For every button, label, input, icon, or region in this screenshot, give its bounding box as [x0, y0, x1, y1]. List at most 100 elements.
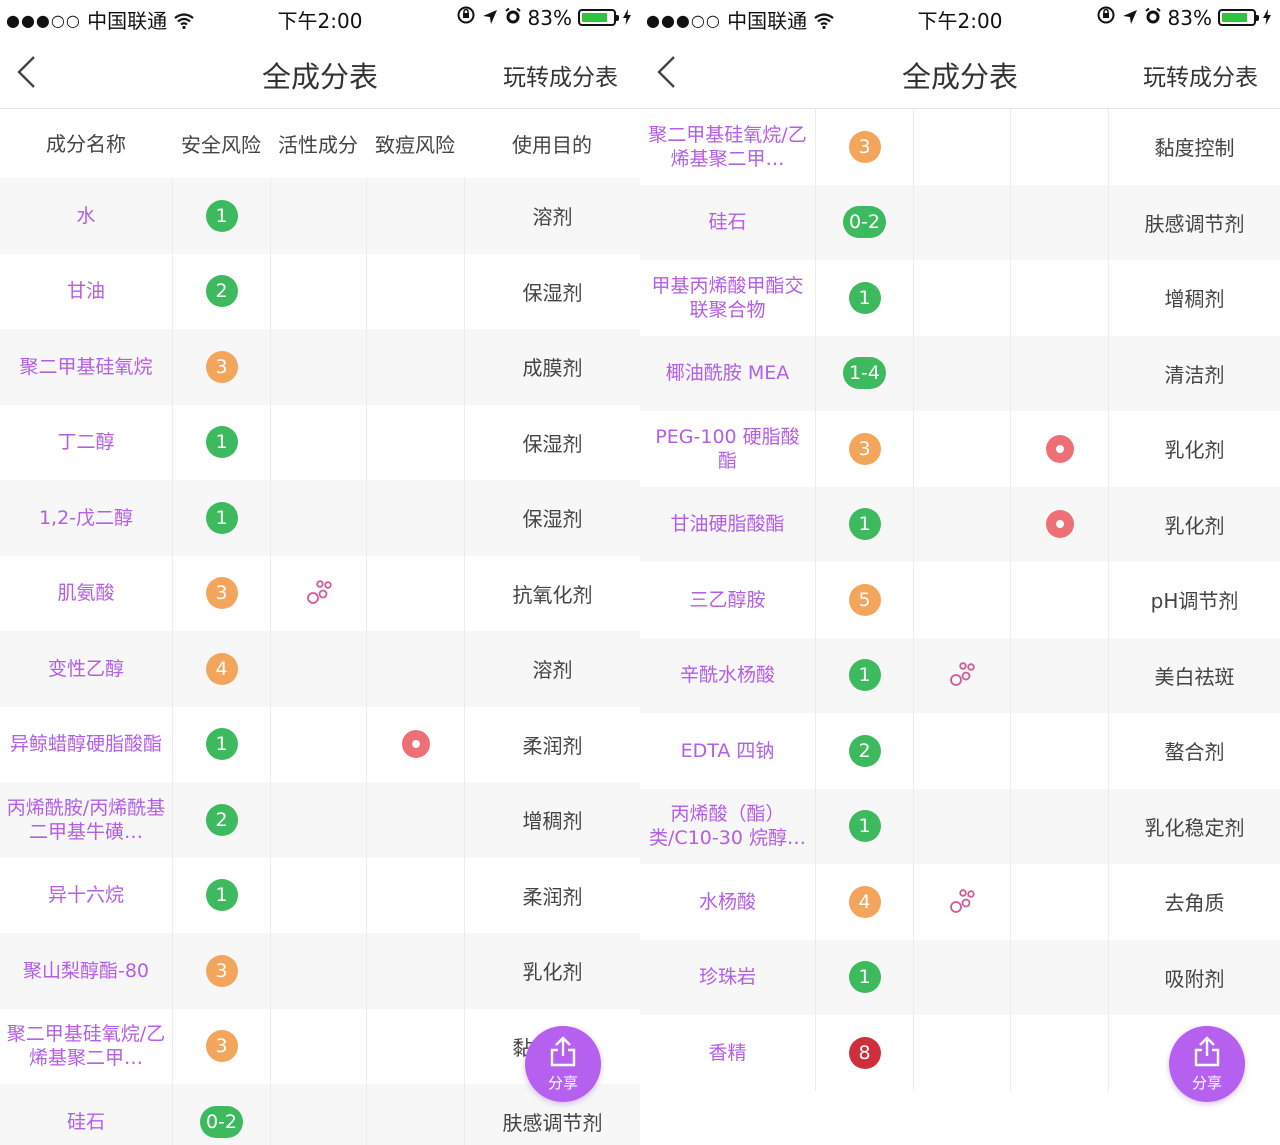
ingredient-name[interactable]: 甲基丙烯酸甲酯交联聚合物	[640, 260, 815, 336]
ingredient-name[interactable]: 硅石	[0, 1084, 172, 1145]
safety-risk-cell: 1	[815, 260, 913, 336]
table-row[interactable]: 异十六烷 1 柔润剂	[0, 857, 640, 934]
purpose: 增稠剂	[464, 782, 640, 858]
active-cell	[913, 335, 1010, 411]
acne-risk-cell	[366, 555, 464, 631]
nav-bar: 全成分表 玩转成分表	[0, 36, 640, 109]
safety-risk-badge: 1	[848, 810, 881, 843]
acne-risk-dot	[401, 730, 430, 759]
purpose: 抗氧化剂	[464, 555, 640, 631]
ingredient-name[interactable]: 丙烯酸（酯）类/C10-30 烷醇…	[640, 789, 815, 865]
ingredient-name[interactable]: 香精	[640, 1015, 815, 1091]
active-cell	[270, 782, 366, 858]
ingredient-name[interactable]: 异鲸蜡醇硬脂酸酯	[0, 707, 172, 783]
table-row[interactable]: 异鲸蜡醇硬脂酸酯 1 柔润剂	[0, 706, 640, 783]
header-purpose: 使用目的	[512, 133, 592, 157]
safety-risk-badge: 1	[848, 508, 881, 541]
status-bar: ●●●○○ 中国联通 下午2:00 83%	[0, 0, 640, 36]
ingredient-name[interactable]: PEG-100 硬脂酸酯	[640, 411, 815, 487]
table-row[interactable]: 甘油硬脂酸酯 1 乳化剂	[640, 486, 1280, 563]
ingredient-name[interactable]: 椰油酰胺 MEA	[640, 336, 815, 412]
table-row[interactable]: 甲基丙烯酸甲酯交联聚合物 1 增稠剂	[640, 260, 1280, 336]
safety-risk-cell: 5	[815, 562, 913, 638]
active-cell	[270, 631, 366, 707]
safety-risk-cell: 1	[172, 706, 270, 782]
active-cell	[913, 411, 1010, 487]
table-row[interactable]: 三乙醇胺 5 pH调节剂	[640, 562, 1280, 638]
purpose: pH调节剂	[1108, 562, 1280, 638]
table-row[interactable]: 丙烯酰胺/丙烯酰基二甲基牛磺… 2 增稠剂	[0, 782, 640, 858]
safety-risk-badge: 1	[205, 426, 238, 459]
table-row[interactable]: 聚二甲基硅氧烷/乙烯基聚二甲… 3 黏度控制	[640, 109, 1280, 185]
battery-icon	[1218, 9, 1259, 26]
purpose: 乳化剂	[1108, 411, 1280, 487]
ingredient-name[interactable]: 变性乙醇	[0, 631, 172, 707]
table-row[interactable]: 聚山梨醇酯-80 3 乳化剂	[0, 933, 640, 1009]
acne-risk-cell	[366, 253, 464, 329]
share-button[interactable]: 分享	[525, 1026, 601, 1102]
acne-risk-cell	[1010, 109, 1108, 185]
status-bar: ●●●○○ 中国联通 下午2:00 83%	[640, 0, 1280, 36]
table-row[interactable]: 肌氨酸 3 抗氧化剂	[0, 555, 640, 632]
safety-risk-cell: 2	[172, 253, 270, 329]
battery-percent: 83%	[1167, 5, 1212, 30]
acne-risk-cell	[1010, 486, 1108, 562]
ingredient-name[interactable]: 聚二甲基硅氧烷/乙烯基聚二甲…	[0, 1009, 172, 1085]
ingredient-table: 聚二甲基硅氧烷/乙烯基聚二甲… 3 黏度控制 硅石 0-2 肤感调节剂 甲基丙烯酸甲酯交联聚…	[640, 109, 1280, 1091]
table-row[interactable]: 硅石 0-2 肤感调节剂	[640, 184, 1280, 261]
ingredient-name[interactable]: 甘油硬脂酸酯	[640, 487, 815, 563]
active-cell	[913, 788, 1010, 864]
safety-risk-cell: 3	[172, 1008, 270, 1084]
acne-risk-cell	[1010, 335, 1108, 411]
active-cell	[913, 562, 1010, 638]
ingredient-name[interactable]: 珍珠岩	[640, 940, 815, 1016]
table-row[interactable]: 椰油酰胺 MEA 1-4 清洁剂	[640, 335, 1280, 412]
table-row[interactable]: EDTA 四钠 2 螯合剂	[640, 713, 1280, 789]
table-row[interactable]: 聚二甲基硅氧烷 3 成膜剂	[0, 329, 640, 405]
safety-risk-badge: 1	[848, 961, 881, 994]
table-row[interactable]: 丙烯酸（酯）类/C10-30 烷醇… 1 乳化稳定剂	[640, 788, 1280, 865]
ingredient-name[interactable]: 三乙醇胺	[640, 562, 815, 638]
table-row[interactable]: PEG-100 硬脂酸酯 3 乳化剂	[640, 411, 1280, 487]
ingredient-name[interactable]: 肌氨酸	[0, 556, 172, 632]
table-row[interactable]: 1,2-戊二醇 1 保湿剂	[0, 480, 640, 556]
active-cell	[270, 178, 366, 254]
ingredient-name[interactable]: 水	[0, 178, 172, 254]
acne-risk-cell	[1010, 864, 1108, 940]
ingredient-name[interactable]: 聚山梨醇酯-80	[0, 933, 172, 1009]
purpose: 美白祛斑	[1108, 637, 1280, 713]
ingredient-name[interactable]: 硅石	[640, 185, 815, 261]
active-cell	[913, 637, 1010, 713]
table-row[interactable]: 珍珠岩 1 吸附剂	[640, 939, 1280, 1016]
table-row[interactable]: 甘油 2 保湿剂	[0, 253, 640, 330]
safety-risk-badge: 3	[205, 577, 238, 610]
acne-risk-cell	[1010, 1015, 1108, 1091]
active-cell	[270, 1084, 366, 1145]
share-label: 分享	[1191, 1074, 1222, 1092]
table-row[interactable]: 丁二醇 1 保湿剂	[0, 404, 640, 481]
ingredient-name[interactable]: 水杨酸	[640, 864, 815, 940]
ingredient-name[interactable]: 异十六烷	[0, 858, 172, 934]
ingredient-name[interactable]: 聚二甲基硅氧烷/乙烯基聚二甲…	[640, 109, 815, 185]
acne-risk-cell	[1010, 411, 1108, 487]
ingredient-name[interactable]: 丁二醇	[0, 405, 172, 481]
table-row[interactable]: 水杨酸 4 去角质	[640, 864, 1280, 940]
ingredient-table: 成分名称 安全风险 活性成分 致痘风险 使用目的 水 1 溶剂 甘油 2 保湿剂 聚二甲基硅…	[0, 109, 640, 1145]
charging-icon	[1262, 6, 1272, 30]
ingredient-name[interactable]: 丙烯酰胺/丙烯酰基二甲基牛磺…	[0, 782, 172, 858]
acne-risk-cell	[366, 782, 464, 858]
table-row[interactable]: 辛酰水杨酸 1 美白祛斑	[640, 637, 1280, 714]
guide-link[interactable]: 玩转成分表	[503, 58, 618, 92]
table-row[interactable]: 水 1 溶剂	[0, 178, 640, 254]
ingredient-name[interactable]: 1,2-戊二醇	[0, 480, 172, 556]
ingredient-name[interactable]: 甘油	[0, 254, 172, 330]
ingredient-name[interactable]: EDTA 四钠	[640, 713, 815, 789]
safety-risk-cell: 3	[815, 109, 913, 185]
table-row[interactable]: 变性乙醇 4 溶剂	[0, 631, 640, 707]
ingredient-name[interactable]: 辛酰水杨酸	[640, 638, 815, 714]
share-button[interactable]: 分享	[1169, 1026, 1245, 1102]
ingredient-name[interactable]: 聚二甲基硅氧烷	[0, 329, 172, 405]
acne-risk-cell	[1010, 939, 1108, 1015]
guide-link[interactable]: 玩转成分表	[1143, 58, 1258, 92]
active-cell	[270, 555, 366, 631]
